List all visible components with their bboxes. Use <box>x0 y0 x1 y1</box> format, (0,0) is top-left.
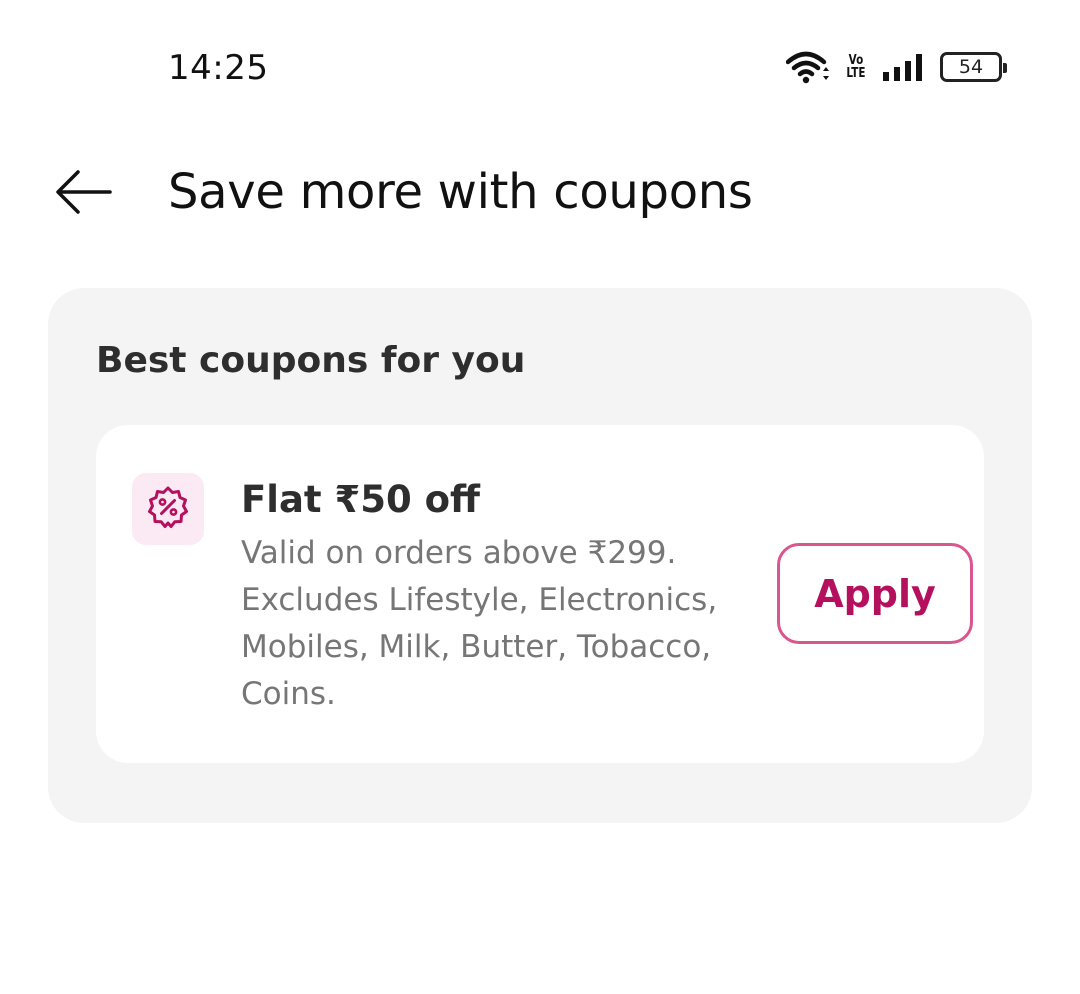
coupon-icon-container <box>132 473 204 545</box>
volte-icon: Vo LTE <box>846 54 865 80</box>
status-icons: Vo LTE 54 <box>786 50 1007 84</box>
app-header: Save more with coupons <box>0 150 1080 240</box>
section-heading: Best coupons for you <box>96 340 526 381</box>
coupon-description: Valid on orders above ₹299. Excludes Lif… <box>241 535 718 712</box>
volte-label-bottom: LTE <box>846 66 866 81</box>
discount-badge-icon <box>146 485 190 534</box>
apply-coupon-button[interactable]: Apply <box>777 543 973 644</box>
status-bar: 14:25 Vo LTE 54 <box>0 0 1080 140</box>
coupons-section: Best coupons for you Flat ₹50 off Valid … <box>48 288 1032 823</box>
battery-icon: 54 <box>940 52 1007 82</box>
battery-level: 54 <box>958 55 984 78</box>
back-arrow-icon <box>54 168 114 221</box>
wifi-icon <box>786 50 830 84</box>
coupon-title: Flat ₹50 off <box>241 478 481 521</box>
back-button[interactable] <box>52 166 116 222</box>
status-time: 14:25 <box>168 48 269 88</box>
coupon-card: Flat ₹50 off Valid on orders above ₹299.… <box>96 425 984 763</box>
signal-icon <box>882 52 926 82</box>
page-title: Save more with coupons <box>168 164 753 220</box>
